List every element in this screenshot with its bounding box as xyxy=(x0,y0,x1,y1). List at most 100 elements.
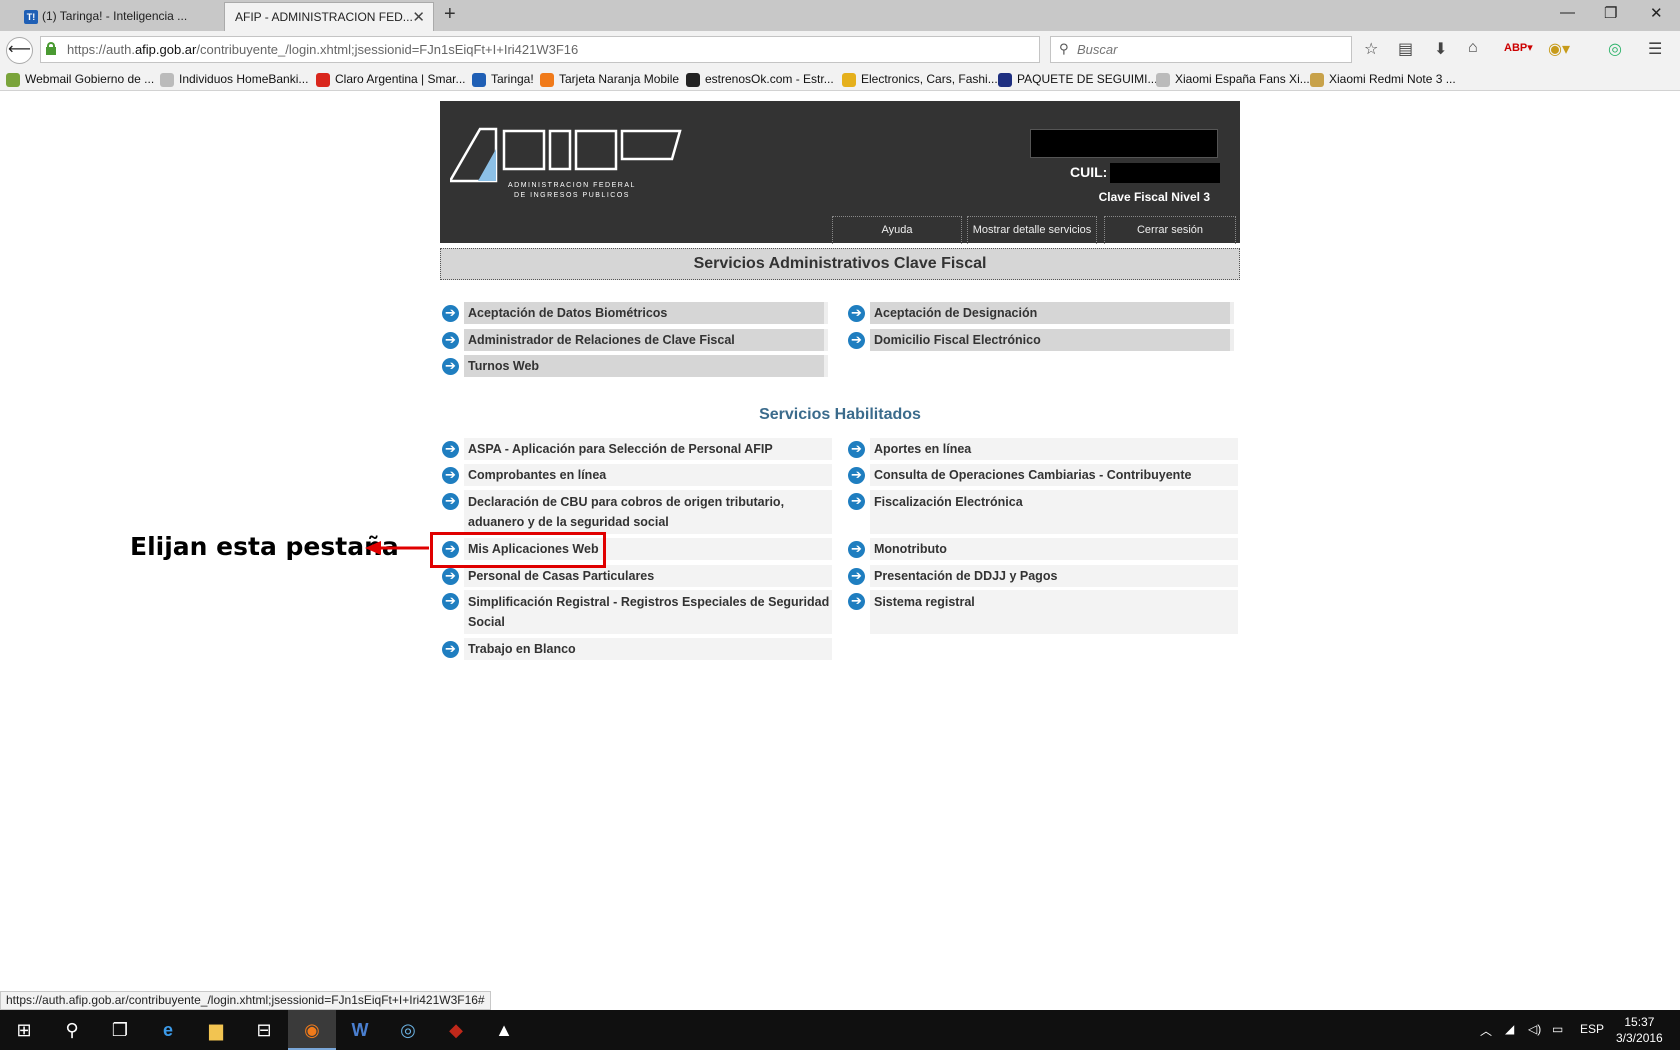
bookmark-item[interactable]: Xiaomi España Fans Xi... xyxy=(1156,72,1310,87)
network-icon[interactable]: ◢ xyxy=(1505,1022,1514,1036)
cuil-label: CUIL: xyxy=(1070,164,1108,180)
back-button[interactable]: ⟵ xyxy=(6,37,33,64)
service-domicilio-fiscal[interactable]: ➔ Domicilio Fiscal Electrónico xyxy=(846,329,1234,351)
service-operaciones-cambiarias[interactable]: ➔ Consulta de Operaciones Cambiarias - Co… xyxy=(846,464,1238,486)
arrow-right-icon: ➔ xyxy=(848,593,865,610)
windows-start-icon[interactable]: ⊞ xyxy=(0,1010,48,1050)
bookmarks-bar: Webmail Gobierno de ... Individuos HomeBa… xyxy=(0,69,1680,91)
bookmark-favicon-icon xyxy=(686,73,700,87)
window-close-icon[interactable]: ✕ xyxy=(1650,4,1663,22)
bookmark-favicon-icon xyxy=(1156,73,1170,87)
edge-icon[interactable]: e xyxy=(144,1010,192,1050)
service-turnos-web[interactable]: ➔ Turnos Web xyxy=(440,355,828,377)
store-icon[interactable]: ⊟ xyxy=(240,1010,288,1050)
clock[interactable]: 15:37 3/3/2016 xyxy=(1616,1014,1663,1046)
bookmark-label: Electronics, Cars, Fashi... xyxy=(861,72,998,86)
bookmark-label: PAQUETE DE SEGUIMI... xyxy=(1017,72,1158,86)
bookmark-favicon-icon xyxy=(160,73,174,87)
bookmark-item[interactable]: Electronics, Cars, Fashi... xyxy=(842,72,998,87)
service-sistema-registral[interactable]: ➔ Sistema registral xyxy=(846,590,1238,634)
bookmark-item[interactable]: Individuos HomeBanki... xyxy=(160,72,308,87)
arrow-right-icon: ➔ xyxy=(442,493,459,510)
bookmark-item[interactable]: Tarjeta Naranja Mobile xyxy=(540,72,680,87)
bookmark-favicon-icon xyxy=(998,73,1012,87)
admin-services-title: Servicios Administrativos Clave Fiscal xyxy=(440,248,1240,280)
tray-chevron-icon[interactable]: ︿ xyxy=(1480,1022,1492,1039)
bookmark-item[interactable]: Claro Argentina | Smar... xyxy=(316,72,466,87)
redacted-name xyxy=(1030,129,1218,158)
restore-icon[interactable]: ❐ xyxy=(1604,4,1617,22)
arrow-right-icon: ➔ xyxy=(442,358,459,375)
service-comprobantes[interactable]: ➔ Comprobantes en línea xyxy=(440,464,832,486)
dota-icon[interactable]: ◆ xyxy=(432,1010,480,1050)
url-text: https://auth.afip.gob.ar/contribuyente_/… xyxy=(67,42,579,57)
service-trabajo-en-blanco[interactable]: ➔ Trabajo en Blanco xyxy=(440,638,832,660)
bookmarks-menu-icon[interactable]: ▤ xyxy=(1398,39,1413,59)
service-casas-particulares[interactable]: ➔ Personal de Casas Particulares xyxy=(440,565,832,587)
show-details-button[interactable]: Mostrar detalle servicios xyxy=(967,216,1097,244)
bookmark-favicon-icon xyxy=(316,73,330,87)
volume-icon[interactable]: ◁) xyxy=(1528,1022,1541,1036)
firefox-icon[interactable]: ◉ xyxy=(288,1010,336,1050)
tab-afip[interactable]: AFIP - ADMINISTRACION FED... ✕ xyxy=(224,2,434,31)
bookmark-item[interactable]: Taringa! xyxy=(472,72,534,87)
menu-icon[interactable]: ☰ xyxy=(1648,39,1662,59)
bookmark-item[interactable]: PAQUETE DE SEGUIMI... xyxy=(998,72,1158,87)
arrow-right-icon: ➔ xyxy=(442,332,459,349)
enabled-services-title: Servicios Habilitados xyxy=(759,406,921,423)
minimize-icon[interactable]: — xyxy=(1560,4,1575,21)
bookmark-item[interactable]: estrenosOk.com - Estr... xyxy=(686,72,834,87)
bookmark-item[interactable]: Webmail Gobierno de ... xyxy=(6,72,154,87)
arrow-right-icon: ➔ xyxy=(442,467,459,484)
bookmark-label: estrenosOk.com - Estr... xyxy=(705,72,834,86)
service-ddjj-pagos[interactable]: ➔ Presentación de DDJJ y Pagos xyxy=(846,565,1238,587)
service-aspa[interactable]: ➔ ASPA - Aplicación para Selección de Per… xyxy=(440,438,832,460)
service-monotributo[interactable]: ➔ Monotributo xyxy=(846,538,1238,560)
tab-taringa[interactable]: T! (1) Taringa! - Inteligencia ... xyxy=(16,2,221,31)
arrow-right-icon: ➔ xyxy=(848,568,865,585)
service-declaracion-cbu[interactable]: ➔ Declaración de CBU para cobros de orige… xyxy=(440,490,832,534)
help-button[interactable]: Ayuda xyxy=(832,216,962,244)
new-tab-button[interactable]: + xyxy=(444,3,456,26)
arrow-right-icon: ➔ xyxy=(442,441,459,458)
close-tab-icon[interactable]: ✕ xyxy=(412,3,425,31)
url-bar[interactable]: https://auth.afip.gob.ar/contribuyente_/… xyxy=(40,36,1066,63)
service-datos-biometricos[interactable]: ➔ Aceptación de Datos Biométricos xyxy=(440,302,828,324)
tab-bar: T! (1) Taringa! - Inteligencia ... AFIP … xyxy=(0,0,1680,31)
steam-icon[interactable]: ◎ xyxy=(384,1010,432,1050)
word-icon[interactable]: W xyxy=(336,1010,384,1050)
arrow-right-icon: ➔ xyxy=(442,568,459,585)
home-icon[interactable]: ⌂ xyxy=(1468,39,1478,57)
task-view-icon[interactable]: ❐ xyxy=(96,1010,144,1050)
grammarly-icon[interactable]: ◎ xyxy=(1608,39,1622,59)
file-explorer-icon[interactable]: ▆ xyxy=(192,1010,240,1050)
bookmark-item[interactable]: Xiaomi Redmi Note 3 ... xyxy=(1310,72,1456,87)
service-administrador-relaciones[interactable]: ➔ Administrador de Relaciones de Clave Fi… xyxy=(440,329,828,351)
bookmark-star-icon[interactable]: ☆ xyxy=(1364,39,1378,59)
service-simplificacion-registral[interactable]: ➔ Simplificación Registral - Registros Es… xyxy=(440,590,832,634)
search-icon[interactable]: ⚲ xyxy=(48,1010,96,1050)
search-input[interactable] xyxy=(1077,42,1337,57)
language-indicator[interactable]: ESP xyxy=(1580,1022,1604,1036)
extension-icon[interactable]: ◉▾ xyxy=(1548,39,1570,59)
tab-label: (1) Taringa! - Inteligencia ... xyxy=(42,9,188,23)
arrow-right-icon: ➔ xyxy=(848,305,865,322)
adblock-icon[interactable]: ABP▾ xyxy=(1504,41,1533,54)
service-fiscalizacion-electronica[interactable]: ➔ Fiscalización Electrónica xyxy=(846,490,1238,534)
service-aceptacion-designacion[interactable]: ➔ Aceptación de Designación xyxy=(846,302,1234,324)
navigation-toolbar: ⟵ https://auth.afip.gob.ar/contribuyente… xyxy=(0,31,1680,69)
redacted-cuil xyxy=(1110,163,1220,183)
photos-icon[interactable]: ▲ xyxy=(480,1010,528,1050)
logo-subtitle: ADMINISTRACION FEDERAL DE INGRESOS PUBLI… xyxy=(508,182,636,199)
service-aportes-en-linea[interactable]: ➔ Aportes en línea xyxy=(846,438,1238,460)
annotation-arrow-icon xyxy=(365,541,429,555)
lock-icon xyxy=(46,42,56,55)
bookmark-favicon-icon xyxy=(6,73,20,87)
arrow-right-icon: ➔ xyxy=(442,305,459,322)
notifications-icon[interactable]: ▭ xyxy=(1552,1022,1563,1036)
logout-button[interactable]: Cerrar sesión xyxy=(1104,216,1236,244)
bookmark-label: Tarjeta Naranja Mobile xyxy=(559,72,680,86)
search-bar[interactable]: ⚲ xyxy=(1050,36,1352,63)
download-icon[interactable]: ⬇ xyxy=(1434,39,1447,59)
tab-label: AFIP - ADMINISTRACION FED... xyxy=(235,10,413,24)
